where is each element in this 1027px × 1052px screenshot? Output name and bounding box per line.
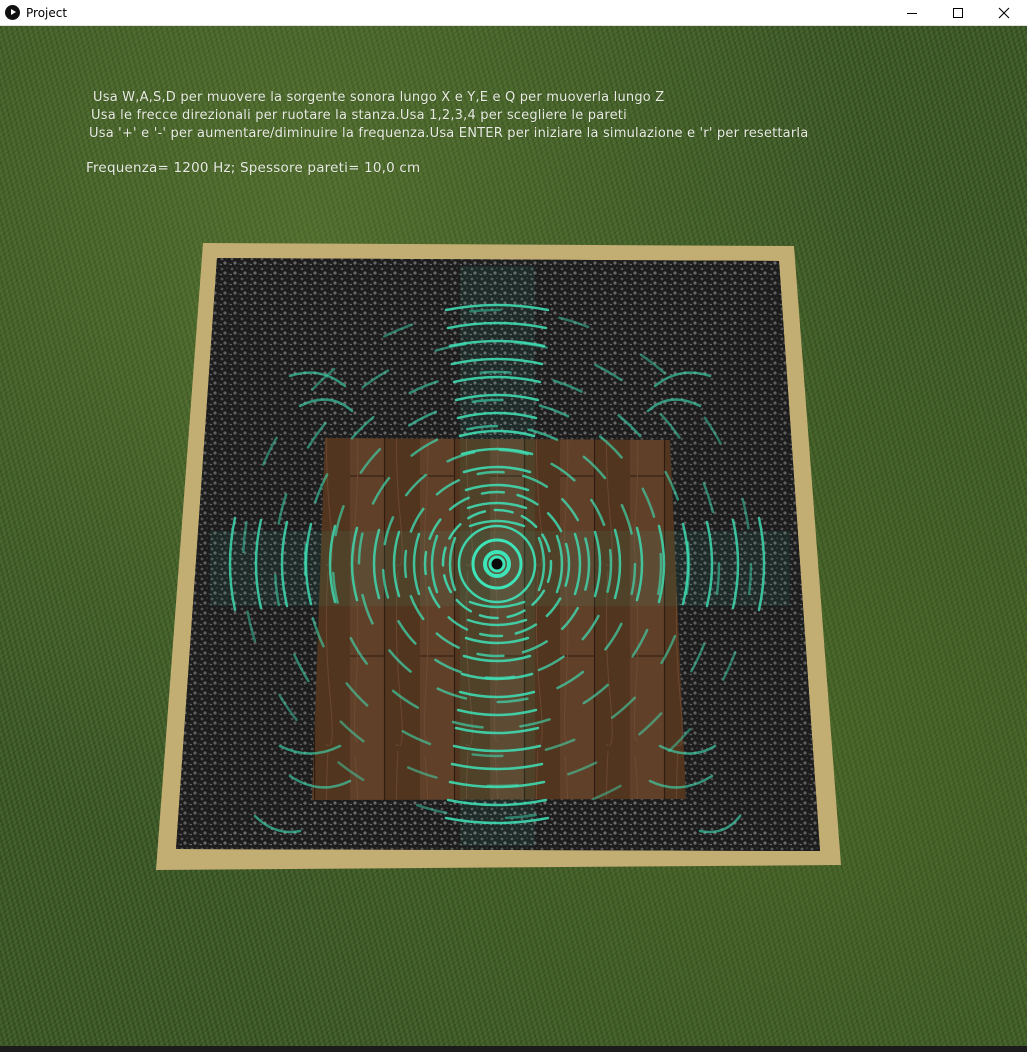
taskbar-strip (0, 1046, 1027, 1052)
maximize-button[interactable] (935, 0, 981, 26)
app-icon (5, 5, 20, 20)
sound-source[interactable] (488, 555, 506, 573)
simulation-canvas[interactable]: Usa W,A,S,D per muovere la sorgente sono… (0, 26, 1027, 1052)
close-button[interactable] (981, 0, 1027, 26)
instruction-line-2: Usa le frecce direzionali per ruotare la… (91, 108, 627, 123)
minimize-icon (907, 13, 917, 14)
window-controls (889, 0, 1027, 26)
window-title-bar[interactable]: Project (0, 0, 1027, 26)
instruction-line-3: Usa '+' e '-' per aumentare/diminuire la… (89, 126, 809, 141)
frequency-readout: Frequenza= 1200 Hz; Spessore pareti= 10,… (86, 160, 421, 176)
minimize-button[interactable] (889, 0, 935, 26)
hud-overlay: Usa W,A,S,D per muovere la sorgente sono… (0, 26, 1027, 206)
window-title: Project (26, 5, 68, 20)
close-icon (998, 7, 1010, 19)
maximize-icon (953, 8, 963, 18)
instruction-line-1: Usa W,A,S,D per muovere la sorgente sono… (93, 90, 665, 105)
